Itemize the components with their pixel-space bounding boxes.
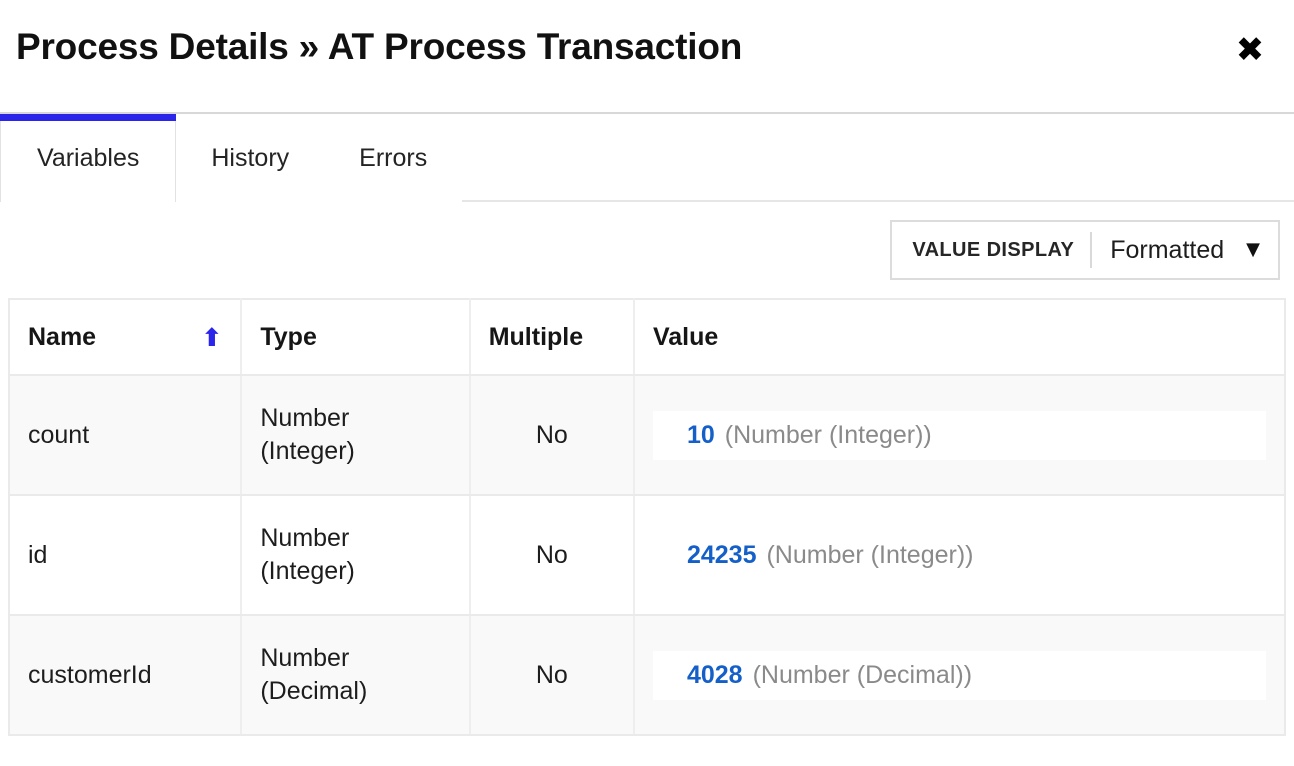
column-header-name-label: Name: [28, 322, 97, 351]
cell-variable-type: Number (Integer): [241, 495, 471, 616]
value-box[interactable]: 4028 (Number (Decimal)): [652, 650, 1266, 700]
table-row[interactable]: count Number (Integer) No 10 (Number (In…: [9, 375, 1285, 496]
value-type-annotation: (Number (Decimal)): [752, 660, 973, 689]
cell-variable-value: 10 (Number (Integer)): [633, 375, 1285, 496]
table-body: count Number (Integer) No 10 (Number (In…: [9, 375, 1285, 736]
close-icon: ✖: [1235, 30, 1265, 70]
variables-table: Name ⬆ Type Multiple Value count Number …: [8, 298, 1286, 736]
chevron-down-icon: ▼: [1246, 239, 1260, 260]
tab-errors-label: Errors: [359, 143, 428, 172]
column-header-name[interactable]: Name ⬆: [9, 299, 243, 376]
sort-ascending-icon[interactable]: ⬆: [201, 325, 222, 350]
modal-header: Process Details » AT Process Transaction…: [0, 0, 1294, 114]
cell-variable-type: Number (Integer): [241, 375, 471, 496]
cell-variable-name: id: [9, 495, 243, 616]
value-number: 10: [686, 420, 715, 449]
value-type-annotation: (Number (Integer)): [766, 540, 974, 569]
column-header-multiple[interactable]: Multiple: [469, 299, 635, 376]
cell-variable-value: 24235 (Number (Integer)): [633, 495, 1285, 616]
column-header-value[interactable]: Value: [633, 299, 1285, 376]
page-title: Process Details » AT Process Transaction: [16, 26, 743, 67]
tab-history[interactable]: History: [176, 114, 325, 202]
value-number: 4028: [686, 660, 743, 689]
column-header-type-label: Type: [260, 322, 317, 351]
cell-variable-multiple: No: [469, 615, 635, 736]
cell-variable-name: count: [9, 375, 243, 496]
value-type-annotation: (Number (Integer)): [724, 420, 932, 449]
tab-variables-label: Variables: [37, 143, 140, 172]
toolbar: VALUE DISPLAY Formatted ▼: [0, 202, 1294, 298]
tab-history-label: History: [211, 143, 290, 172]
value-display-label: VALUE DISPLAY: [912, 238, 1075, 261]
column-header-value-label: Value: [652, 322, 719, 351]
cell-variable-type: Number (Decimal): [241, 615, 471, 736]
tab-variables[interactable]: Variables: [0, 114, 177, 202]
value-display-selected: Formatted: [1110, 235, 1225, 264]
value-display-dropdown[interactable]: VALUE DISPLAY Formatted ▼: [890, 220, 1280, 280]
cell-variable-multiple: No: [469, 495, 635, 616]
value-box[interactable]: 24235 (Number (Integer)): [653, 531, 1266, 580]
variables-table-container: Name ⬆ Type Multiple Value count Number …: [0, 298, 1294, 736]
table-row[interactable]: customerId Number (Decimal) No 4028 (Num…: [9, 615, 1285, 736]
cell-variable-value: 4028 (Number (Decimal)): [633, 615, 1285, 736]
value-box[interactable]: 10 (Number (Integer)): [652, 410, 1266, 460]
value-number: 24235: [686, 540, 757, 569]
table-header-row: Name ⬆ Type Multiple Value: [9, 299, 1285, 376]
cell-variable-multiple: No: [469, 375, 635, 496]
tab-bar: Variables History Errors: [0, 114, 1294, 202]
table-row[interactable]: id Number (Integer) No 24235 (Number (In…: [9, 495, 1285, 616]
table-head: Name ⬆ Type Multiple Value: [9, 299, 1285, 376]
column-header-type[interactable]: Type: [241, 299, 471, 376]
close-button[interactable]: ✖: [1228, 28, 1272, 72]
column-header-multiple-label: Multiple: [488, 322, 584, 351]
tab-errors[interactable]: Errors: [324, 114, 463, 202]
cell-variable-name: customerId: [9, 615, 243, 736]
